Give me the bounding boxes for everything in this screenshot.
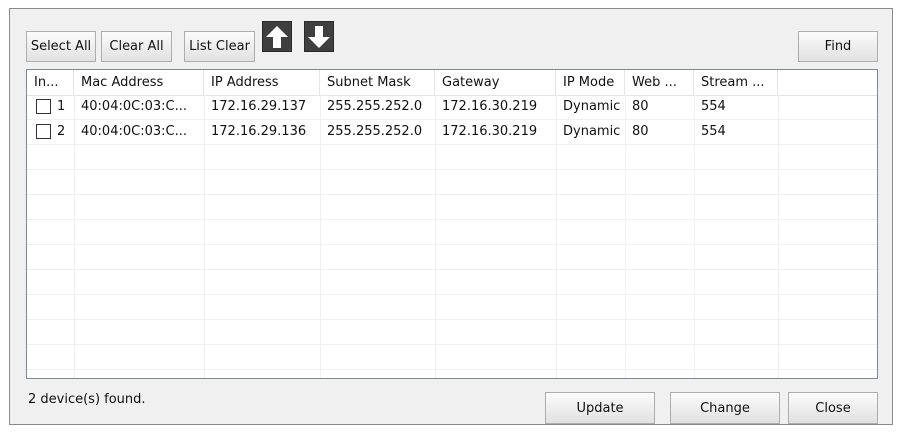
empty-row (27, 145, 877, 170)
update-button[interactable]: Update (545, 392, 655, 424)
ip-address-cell: 172.16.29.136 (211, 124, 307, 139)
stream-port-cell: 554 (701, 99, 726, 114)
subnet-mask-cell: 255.255.252.0 (327, 124, 423, 139)
column-header-web-port[interactable]: Web ... (625, 70, 694, 95)
row-checkbox[interactable] (36, 124, 51, 139)
arrow-down-icon (308, 25, 330, 48)
gateway-cell: 172.16.30.219 (442, 124, 538, 139)
web-port-cell: 80 (632, 124, 649, 139)
mac-address-cell: 40:04:0C:03:C... (81, 99, 187, 114)
web-port-cell: 80 (632, 99, 649, 114)
ip-mode-cell: Dynamic (563, 99, 621, 114)
empty-row (27, 270, 877, 295)
empty-row (27, 170, 877, 195)
arrow-up-icon (266, 25, 288, 48)
close-button[interactable]: Close (788, 392, 878, 424)
empty-row (27, 195, 877, 220)
empty-row (27, 370, 877, 378)
find-button[interactable]: Find (798, 31, 878, 62)
empty-row (27, 245, 877, 270)
move-up-button[interactable] (262, 21, 292, 52)
move-down-button[interactable] (304, 21, 334, 52)
status-text: 2 device(s) found. (28, 392, 146, 407)
table-row[interactable]: 2 40:04:0C:03:C... 172.16.29.136 255.255… (27, 120, 877, 145)
subnet-mask-cell: 255.255.252.0 (327, 99, 423, 114)
ip-mode-cell: Dynamic (563, 124, 621, 139)
change-button[interactable]: Change (670, 392, 780, 424)
column-header-stream-port[interactable]: Stream ... (694, 70, 778, 95)
empty-row (27, 295, 877, 320)
stream-port-cell: 554 (701, 124, 726, 139)
column-header-subnet-mask[interactable]: Subnet Mask (320, 70, 435, 95)
column-header-mac-address[interactable]: Mac Address (74, 70, 204, 95)
ip-address-cell: 172.16.29.137 (211, 99, 307, 114)
empty-row (27, 320, 877, 345)
gateway-cell: 172.16.30.219 (442, 99, 538, 114)
empty-row (27, 345, 877, 370)
column-header-ip-address[interactable]: IP Address (204, 70, 320, 95)
table-header: In... Mac Address IP Address Subnet Mask… (27, 70, 877, 96)
column-header-ip-mode[interactable]: IP Mode (556, 70, 625, 95)
mac-address-cell: 40:04:0C:03:C... (81, 124, 187, 139)
row-index: 2 (57, 124, 66, 139)
row-checkbox[interactable] (36, 99, 51, 114)
clear-all-button[interactable]: Clear All (101, 31, 172, 62)
column-header-index[interactable]: In... (27, 70, 74, 95)
row-index: 1 (57, 99, 66, 114)
column-header-gateway[interactable]: Gateway (435, 70, 556, 95)
select-all-button[interactable]: Select All (26, 31, 96, 62)
list-clear-button[interactable]: List Clear (184, 31, 255, 62)
device-list-table[interactable]: In... Mac Address IP Address Subnet Mask… (26, 69, 878, 379)
empty-row (27, 220, 877, 245)
table-row[interactable]: 1 40:04:0C:03:C... 172.16.29.137 255.255… (27, 95, 877, 120)
